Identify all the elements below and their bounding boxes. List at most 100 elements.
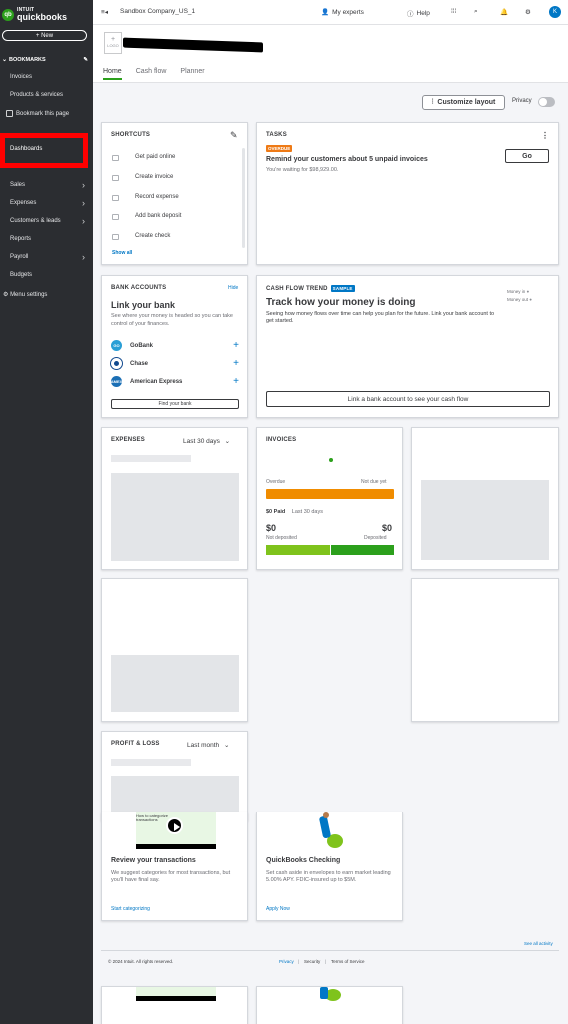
plus-icon[interactable]: + (233, 376, 239, 387)
hide-link[interactable]: Hide (228, 285, 238, 291)
sample-badge: SAMPLE (330, 285, 355, 292)
link-bank-cash-flow-button[interactable]: Link a bank account to see your cash flo… (266, 391, 550, 407)
bell-icon[interactable]: 🔔 (500, 8, 508, 16)
paid-label: $0 Paid (266, 509, 286, 515)
chart-placeholder (111, 473, 239, 561)
search-icon[interactable]: ⌕ (474, 8, 478, 16)
sidebar-item-menu-settings[interactable]: ⚙ Menu settings (3, 291, 47, 298)
sidebar-item-reports[interactable]: Reports (10, 236, 31, 242)
not-deposited-amount: $0 (266, 523, 277, 533)
person-shape (320, 987, 328, 999)
apps-grid-icon[interactable]: ⁞⁞⁞ (451, 8, 456, 15)
go-button[interactable]: Go (505, 149, 549, 163)
tab-home[interactable]: Home (103, 68, 122, 80)
new-button[interactable]: + New (2, 30, 87, 41)
bank-row-amex[interactable]: AMEX American Express + (111, 376, 239, 387)
loading-dot (329, 458, 333, 462)
shortcut-create-invoice[interactable]: Create invoice (135, 174, 173, 180)
legend-money-in: Money in ● (507, 289, 529, 294)
paid-period: Last 30 days (291, 509, 323, 515)
sidebar-item-invoices[interactable]: Invoices (10, 74, 32, 80)
show-all-link[interactable]: Show all (112, 250, 132, 256)
apply-now-link[interactable]: Apply Now (266, 906, 290, 912)
gear-icon[interactable]: ⚙ (525, 8, 531, 16)
legend-dot-icon: ● (526, 289, 530, 294)
not-deposited-label: Not deposited (266, 535, 297, 541)
sidebar-item-expenses[interactable]: Expenses (10, 198, 86, 208)
profit-loss-period-dropdown[interactable]: Last month ⌄ (187, 741, 229, 749)
bookmarks-header: ⌄ BOOKMARKS ✎ (2, 56, 88, 64)
page-header: + LOGO Home Cash flow Planner (93, 25, 568, 83)
my-experts-link[interactable]: 👤 My experts (321, 8, 364, 17)
shortcut-icon (112, 234, 119, 240)
sidebar-item-products[interactable]: Products & services (10, 92, 63, 98)
play-icon[interactable] (166, 817, 183, 834)
sidebar-item-budgets[interactable]: Budgets (10, 272, 32, 278)
sidebar-item-sales[interactable]: Sales (10, 180, 85, 190)
plus-icon[interactable]: + (233, 340, 239, 351)
expenses-card: EXPENSES Last 30 days ⌄ (101, 427, 248, 570)
pencil-icon[interactable]: ✎ (230, 130, 238, 141)
plus-icon[interactable]: + (233, 358, 239, 369)
see-all-activity-link[interactable]: See all activity (524, 941, 553, 946)
company-logo-placeholder[interactable]: + LOGO (104, 32, 122, 54)
deposited-label: Deposited (364, 535, 387, 541)
tab-planner[interactable]: Planner (180, 68, 204, 80)
privacy-label: Privacy (512, 98, 532, 104)
footer-separator: | (298, 959, 300, 964)
invoices-title: INVOICES (266, 437, 297, 443)
sidebar-item-customers[interactable]: Customers & leads (10, 216, 85, 226)
company-name[interactable]: Sandbox Company_US_1 (120, 8, 195, 15)
sidebar-item-bookmark-page[interactable]: Bookmark this page (6, 110, 69, 117)
logo-placeholder-label: LOGO (107, 43, 119, 48)
period-label: Last 30 days (183, 438, 220, 445)
partial-card (101, 986, 248, 1024)
more-options-icon[interactable]: ⋮ (541, 131, 549, 140)
shortcuts-title: SHORTCUTS (111, 132, 151, 138)
deposited-bar[interactable] (331, 545, 394, 555)
bank-name: American Express (130, 378, 183, 385)
privacy-link[interactable]: Privacy (279, 959, 294, 964)
copyright-text: © 2024 Intuit. All rights reserved. (108, 959, 174, 964)
pencil-icon[interactable]: ✎ (83, 57, 88, 63)
expenses-title: EXPENSES (111, 437, 145, 443)
dashboard-tabs: Home Cash flow Planner (103, 68, 205, 80)
loading-placeholder (111, 759, 191, 766)
question-icon: ⓘ (407, 11, 414, 18)
shortcut-create-check[interactable]: Create check (135, 233, 170, 239)
find-your-bank-button[interactable]: Find your bank (111, 399, 239, 409)
not-deposited-bar[interactable] (266, 545, 330, 555)
customize-layout-button[interactable]: ⫶ Customize layout (422, 95, 505, 110)
help-button[interactable]: ⓘ Help (407, 8, 430, 19)
sidebar-item-payroll[interactable]: Payroll (10, 252, 86, 262)
shortcut-record-expense[interactable]: Record expense (135, 194, 179, 200)
chevron-down-icon[interactable]: ⌄ (2, 56, 7, 63)
shortcut-icon (112, 155, 119, 161)
video-bar (136, 996, 216, 1001)
bank-row-gobank[interactable]: GO GoBank + (111, 340, 239, 351)
tab-cash-flow[interactable]: Cash flow (136, 68, 167, 80)
expenses-period-dropdown[interactable]: Last 30 days ⌄ (183, 437, 230, 445)
cash-flow-title-row: CASH FLOW TREND SAMPLE (266, 285, 355, 292)
footer-separator: | (325, 959, 327, 964)
scrollbar[interactable] (242, 148, 245, 248)
security-link[interactable]: Security (304, 959, 320, 964)
person-icon: 👤 (321, 9, 330, 16)
person-illustration-icon (315, 812, 345, 849)
start-categorizing-link[interactable]: Start categorizing (111, 906, 150, 912)
person-shape (318, 815, 332, 839)
quickbooks-logo[interactable]: qb INTUIT quickbooks (2, 8, 67, 22)
loading-card (411, 427, 559, 570)
avatar[interactable]: K (549, 6, 561, 18)
shortcut-add-bank-deposit[interactable]: Add bank deposit (135, 213, 181, 219)
link-bank-headline: Link your bank (111, 300, 176, 310)
review-transactions-card: How to categorize transactions Review yo… (101, 812, 248, 921)
footer-divider (101, 950, 559, 951)
overdue-bar[interactable] (266, 489, 394, 499)
terms-link[interactable]: Terms of Service (331, 959, 365, 964)
privacy-toggle[interactable] (538, 97, 555, 107)
shortcut-get-paid-online[interactable]: Get paid online (135, 154, 175, 160)
sidebar-item-dashboards[interactable]: Dashboards (10, 146, 42, 152)
bank-row-chase[interactable]: Chase + (111, 358, 239, 369)
collapse-menu-icon[interactable]: ≡◂ (101, 8, 108, 16)
